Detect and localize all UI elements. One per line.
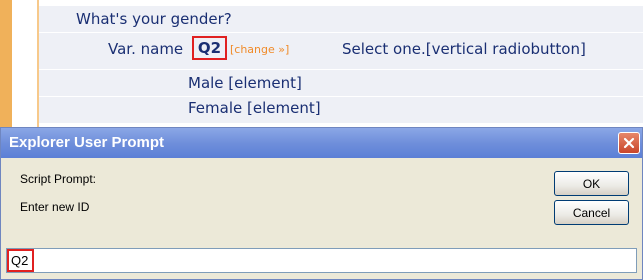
dialog-titlebar[interactable]: Explorer User Prompt [1, 128, 642, 158]
cancel-button[interactable]: Cancel [554, 200, 629, 225]
answer-element-female[interactable]: Female [element] [188, 99, 321, 117]
question-text[interactable]: What's your gender? [76, 10, 232, 28]
new-id-value: Q2 [7, 249, 34, 272]
close-icon[interactable] [618, 132, 640, 154]
new-id-input[interactable]: Q2 [6, 248, 637, 273]
user-prompt-dialog: Explorer User Prompt Script Prompt: Ente… [0, 127, 643, 280]
script-prompt-label: Script Prompt: [20, 172, 97, 186]
question-type-label[interactable]: Select one.[vertical radiobutton] [342, 40, 586, 58]
enter-id-label: Enter new ID [20, 200, 90, 214]
close-icon-glyph [623, 137, 635, 149]
variable-name-label: Var. name [108, 40, 184, 58]
answer-element-male[interactable]: Male [element] [188, 74, 302, 92]
element-row [39, 70, 643, 97]
dialog-title: Explorer User Prompt [9, 134, 165, 151]
ok-button[interactable]: OK [554, 171, 629, 196]
variable-code[interactable]: Q2 [192, 36, 227, 60]
change-link[interactable]: [change »] [230, 43, 289, 56]
element-row [39, 97, 643, 124]
